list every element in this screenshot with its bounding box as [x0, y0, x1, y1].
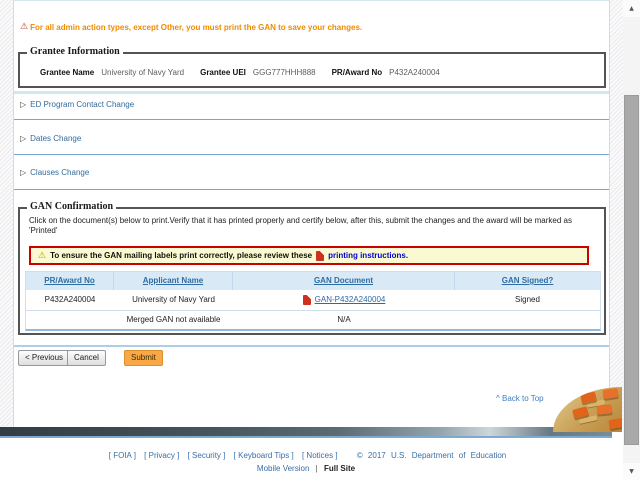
divider: [14, 345, 609, 347]
gan-confirmation-page: ▲ ▼ ⚠ For all admin action types, except…: [0, 0, 640, 480]
footer-link-foia[interactable]: FOIA: [113, 451, 131, 460]
left-margin-pattern: [0, 0, 13, 427]
pdf-icon[interactable]: [316, 250, 325, 261]
bracket: ]: [177, 451, 180, 460]
cell-applicant-name: Merged GAN not available: [126, 315, 221, 324]
gan-documents-table: PR/Award No Applicant Name GAN Document …: [25, 271, 601, 331]
alert-text: To ensure the GAN mailing labels print c…: [50, 251, 313, 260]
grantee-uei-label: Grantee UEI: [200, 68, 246, 77]
mailing-labels-alert: ⚠ To ensure the GAN mailing labels print…: [29, 246, 589, 265]
bracket: [: [108, 451, 111, 460]
copyright-text: © 2017 U.S. Department of Education: [356, 451, 507, 460]
grantee-information-row: Grantee Name University of Navy Yard Gra…: [40, 68, 604, 77]
bracket: [: [144, 451, 147, 460]
cell-pr-award-no: P432A240004: [44, 295, 96, 304]
footer-link-privacy[interactable]: Privacy: [149, 451, 175, 460]
bracket: ]: [291, 451, 294, 460]
separator: |: [315, 464, 318, 473]
bracket: ]: [223, 451, 226, 460]
top-border-line: [14, 0, 609, 1]
chevron-right-icon[interactable]: ▷: [20, 134, 26, 143]
cell-gan-signed: Signed: [515, 295, 540, 304]
full-site-link[interactable]: Full Site: [324, 464, 355, 473]
left-border-line: [13, 0, 14, 427]
grantee-information-fieldset: Grantee Information Grantee Name Univers…: [18, 46, 606, 88]
section-clauses-change[interactable]: ▷ Clauses Change: [20, 166, 89, 178]
grantee-uei-value: GGG777HHH888: [252, 68, 316, 77]
classroom-desks-image: [553, 387, 622, 432]
bracket: [: [233, 451, 236, 460]
alert-triangle-icon: ⚠: [38, 250, 47, 261]
header-gan-signed[interactable]: GAN Signed?: [455, 272, 600, 290]
warning-icon: ⚠: [20, 22, 29, 32]
chair-shape: [608, 417, 622, 430]
gan-confirmation-description: Click on the document(s) below to print.…: [29, 216, 572, 235]
previous-button[interactable]: < Previous: [18, 350, 71, 366]
table-row: Merged GAN not available N/A: [26, 310, 600, 329]
submit-button[interactable]: Submit: [124, 350, 163, 366]
section-label[interactable]: Dates Change: [30, 134, 81, 143]
footer-link-group: [ Notices ]: [302, 451, 338, 460]
cell-gan-document: N/A: [337, 315, 351, 324]
divider: [14, 189, 609, 190]
top-warning-text: For all admin action types, except Other…: [30, 22, 363, 32]
scrollbar-thumb[interactable]: [624, 95, 639, 445]
section-label[interactable]: ED Program Contact Change: [30, 100, 134, 109]
gan-confirmation-legend: GAN Confirmation: [27, 201, 117, 212]
mobile-version-link[interactable]: Mobile Version: [257, 464, 309, 473]
grantee-name-value: University of Navy Yard: [101, 68, 185, 77]
footer-site-mode-row: Mobile Version | Full Site: [0, 464, 612, 473]
back-to-top-link[interactable]: ^ Back to Top: [496, 394, 544, 403]
header-gan-document[interactable]: GAN Document: [233, 272, 455, 290]
cell-applicant-name: University of Navy Yard: [132, 295, 215, 304]
chair-shape: [602, 388, 619, 399]
bracket: ]: [133, 451, 136, 460]
right-margin-pattern: [610, 0, 623, 427]
divider: [14, 91, 609, 94]
top-warning: ⚠ For all admin action types, except Oth…: [20, 22, 362, 32]
cancel-button[interactable]: Cancel: [67, 350, 106, 366]
bracket: [: [187, 451, 190, 460]
pr-award-no-value: P432A240004: [389, 68, 440, 77]
table-header-row: PR/Award No Applicant Name GAN Document …: [26, 272, 600, 290]
table-row: P432A240004 University of Navy Yard GAN-…: [26, 290, 600, 310]
header-applicant-name[interactable]: Applicant Name: [114, 272, 233, 290]
cell-gan-document: GAN-P432A240004: [233, 291, 455, 309]
grantee-information-legend: Grantee Information: [27, 46, 123, 57]
printing-instructions-link[interactable]: printing instructions.: [328, 251, 408, 260]
grantee-name-label: Grantee Name: [40, 68, 95, 77]
scroll-up-icon[interactable]: ▲: [623, 0, 640, 17]
chair-shape: [596, 404, 613, 415]
footer-link-group: [ Security ]: [188, 451, 226, 460]
footer-links-row: [ FOIA ] [ Privacy ] [ Security ] [ Keyb…: [0, 451, 612, 460]
divider: [14, 119, 609, 120]
pdf-icon[interactable]: [302, 295, 311, 305]
gan-confirmation-fieldset: GAN Confirmation Click on the document(s…: [18, 201, 606, 335]
gan-document-link[interactable]: GAN-P432A240004: [315, 291, 386, 309]
bracket: [: [301, 451, 305, 460]
footer-link-group: [ Privacy ]: [144, 451, 179, 460]
scroll-down-icon[interactable]: ▼: [623, 463, 640, 480]
section-ed-program-contact-change[interactable]: ▷ ED Program Contact Change: [20, 98, 134, 110]
footer-link-group: [ FOIA ]: [109, 451, 136, 460]
chevron-right-icon[interactable]: ▷: [20, 168, 26, 177]
divider: [14, 154, 609, 155]
section-label[interactable]: Clauses Change: [30, 168, 89, 177]
pr-award-no-label: PR/Award No: [331, 68, 383, 77]
bracket: ]: [335, 451, 338, 460]
footer-link-group: [ Keyboard Tips ]: [234, 451, 294, 460]
section-dates-change[interactable]: ▷ Dates Change: [20, 132, 81, 144]
chevron-right-icon[interactable]: ▷: [20, 100, 26, 109]
vertical-scrollbar[interactable]: ▲ ▼: [623, 0, 640, 480]
footer-link-security[interactable]: Security: [192, 451, 221, 460]
footer-link-notices[interactable]: Notices: [306, 451, 333, 460]
footer-banner: [0, 427, 612, 438]
footer-link-keyboard-tips[interactable]: Keyboard Tips: [238, 451, 289, 460]
header-pr-award-no[interactable]: PR/Award No: [26, 272, 114, 290]
